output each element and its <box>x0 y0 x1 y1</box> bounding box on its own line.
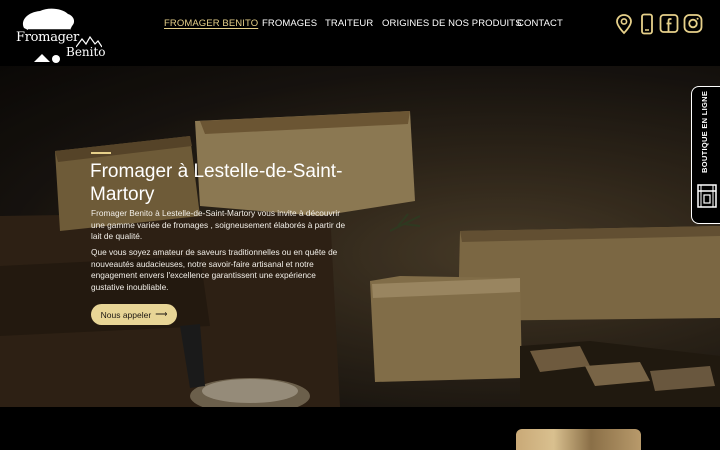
hero-paragraph-details: Que vous soyez amateur de saveurs tradit… <box>91 247 338 292</box>
arrow-right-icon: ⟶ <box>155 309 168 319</box>
map-pin-icon[interactable] <box>614 13 634 40</box>
instagram-icon[interactable] <box>683 13 703 40</box>
brand-name-line2: Benito <box>66 45 106 59</box>
brand-name-line1: Fromager <box>16 30 79 45</box>
call-us-label: Nous appeler <box>100 309 152 320</box>
facebook-icon[interactable] <box>659 13 679 40</box>
hero-paragraph-intro: Fromager Benito à Lestelle-de-Saint-Mart… <box>91 208 346 242</box>
cheese-thumbnail-image <box>516 429 641 450</box>
storefront-icon <box>697 184 717 208</box>
nav-item-contact[interactable]: CONTACT <box>517 18 563 29</box>
online-shop-label: BOUTIQUE EN LIGNE <box>700 90 709 173</box>
next-section <box>0 407 720 450</box>
nav-item-traiteur[interactable]: TRAITEUR <box>325 18 373 29</box>
nav-item-fromager-benito[interactable]: FROMAGER BENITO <box>164 18 258 29</box>
brand-logo[interactable]: Fromager Benito <box>14 4 106 64</box>
chef-hat-icon <box>22 8 75 31</box>
title-accent-line <box>91 152 111 154</box>
cheese-icon <box>34 54 60 63</box>
hero-title: Fromager à Lestelle-de-Saint-Martory <box>90 161 343 205</box>
call-us-button[interactable]: Nous appeler ⟶ <box>91 304 177 325</box>
nav-item-fromages[interactable]: FROMAGES <box>262 18 317 29</box>
nav-item-origines[interactable]: ORIGINES DE NOS PRODUITS <box>382 18 522 29</box>
online-shop-tab[interactable]: BOUTIQUE EN LIGNE <box>691 86 720 224</box>
hero-section: Fromager à Lestelle-de-Saint-Martory Fro… <box>0 66 720 407</box>
phone-icon[interactable] <box>637 13 657 40</box>
site-header: Fromager Benito FROMAGER BENITO FROMAGES… <box>0 0 720 66</box>
